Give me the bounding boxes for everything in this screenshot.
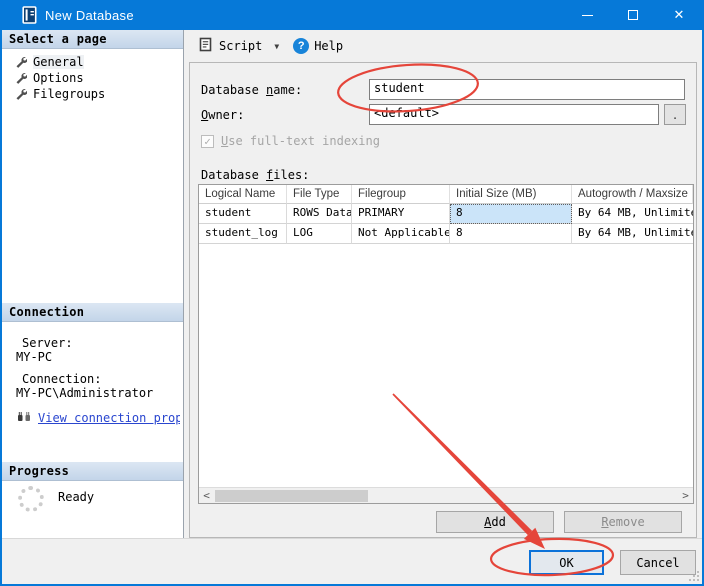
grid-row-student: student ROWS Data PRIMARY 8 By 64 MB, Un… <box>199 204 693 224</box>
sidebar-item-label: Filegroups <box>33 87 105 101</box>
script-icon <box>199 37 213 55</box>
connection-header: Connection <box>2 303 183 322</box>
grid-header-row: Logical Name File Type Filegroup Initial… <box>199 185 693 204</box>
grid-cell[interactable]: LOG <box>287 224 352 244</box>
wrench-icon <box>15 56 27 68</box>
new-database-dialog: New Database ✕ Select a page General <box>0 0 704 586</box>
help-icon[interactable]: ? <box>293 38 309 54</box>
remove-button: Remove <box>564 511 682 533</box>
progress-info: Ready <box>2 486 183 512</box>
owner-label: Owner: <box>201 108 244 122</box>
titlebar: New Database ✕ <box>2 0 702 30</box>
page-list: General Options Filegroups <box>2 54 183 102</box>
sidebar-item-label: Options <box>33 71 84 85</box>
grid-cell[interactable]: PRIMARY <box>352 204 450 224</box>
horizontal-scrollbar[interactable]: < > <box>199 487 693 503</box>
sidebar-item-options[interactable]: Options <box>2 70 183 86</box>
grid-row-student-log: student_log LOG Not Applicable 8 By 64 M… <box>199 224 693 244</box>
sidebar-item-label: General <box>33 55 84 69</box>
connection-label: Connection: <box>16 372 183 386</box>
select-a-page-header: Select a page <box>2 30 183 49</box>
sidebar: Select a page General Options <box>2 30 184 538</box>
column-header[interactable]: Logical Name <box>199 185 287 204</box>
column-header[interactable]: Filegroup <box>352 185 450 204</box>
footer: OK Cancel <box>2 538 702 584</box>
toolbar: Script ▼ ? Help <box>184 30 702 62</box>
add-button[interactable]: Add <box>436 511 554 533</box>
owner-input[interactable]: <default> <box>369 104 659 125</box>
window-title: New Database <box>45 8 564 23</box>
wrench-icon <box>15 88 27 100</box>
chevron-down-icon[interactable]: ▼ <box>274 42 279 51</box>
column-header[interactable]: Autogrowth / Maxsize <box>572 185 693 204</box>
scrollbar-thumb[interactable] <box>215 490 368 502</box>
maximize-icon <box>628 10 638 20</box>
general-page-panel: Database name: student Owner: <default> … <box>189 62 697 538</box>
column-header[interactable]: Initial Size (MB) <box>450 185 572 204</box>
progress-header: Progress <box>2 462 183 481</box>
connection-info: Server: MY-PC Connection: MY-PC\Administ… <box>2 327 183 426</box>
progress-spinner-icon <box>18 486 44 512</box>
cancel-button[interactable]: Cancel <box>620 550 696 575</box>
ok-button[interactable]: OK <box>529 550 604 575</box>
close-icon: ✕ <box>674 7 685 23</box>
view-connection-properties-link[interactable]: View connection properti <box>38 411 180 425</box>
minimize-icon <box>582 15 593 16</box>
grid-cell[interactable]: By 64 MB, Unlimite <box>572 204 693 224</box>
database-files-label: Database files: <box>201 168 309 182</box>
grid-cell[interactable]: student <box>199 204 287 224</box>
database-files-grid: Logical Name File Type Filegroup Initial… <box>198 184 694 504</box>
column-header[interactable]: File Type <box>287 185 352 204</box>
help-label[interactable]: Help <box>314 39 343 53</box>
maximize-button[interactable] <box>610 0 656 30</box>
grid-cell[interactable]: Not Applicable <box>352 224 450 244</box>
sidebar-item-filegroups[interactable]: Filegroups <box>2 86 183 102</box>
connection-properties-icon <box>16 410 33 426</box>
connection-value: MY-PC\Administrator <box>16 386 183 400</box>
server-value: MY-PC <box>16 350 183 364</box>
server-label: Server: <box>16 336 183 350</box>
close-button[interactable]: ✕ <box>656 0 702 30</box>
fulltext-checkbox-label: Use full-text indexing <box>221 134 380 148</box>
database-name-label: Database name: <box>201 83 302 97</box>
grid-cell[interactable]: By 64 MB, Unlimite <box>572 224 693 244</box>
minimize-button[interactable] <box>564 0 610 30</box>
grid-cell-selected[interactable]: 8 <box>450 204 572 224</box>
scroll-right-icon[interactable]: > <box>678 488 693 503</box>
main-pane: Script ▼ ? Help Database name: student O… <box>184 30 702 538</box>
progress-status: Ready <box>58 490 94 504</box>
grid-cell[interactable]: student_log <box>199 224 287 244</box>
dialog-icon <box>22 6 37 24</box>
script-button[interactable]: Script ▼ <box>195 34 283 58</box>
resize-grip[interactable] <box>689 571 699 581</box>
grid-cell[interactable]: 8 <box>450 224 572 244</box>
sidebar-item-general[interactable]: General <box>2 54 183 70</box>
grid-cell[interactable]: ROWS Data <box>287 204 352 224</box>
wrench-icon <box>15 72 27 84</box>
script-label: Script <box>219 39 262 53</box>
scroll-left-icon[interactable]: < <box>199 488 214 503</box>
owner-browse-button[interactable]: . <box>664 104 686 125</box>
fulltext-checkbox: ✓ <box>201 135 214 148</box>
database-name-input[interactable]: student <box>369 79 685 100</box>
fulltext-indexing-row: ✓ Use full-text indexing <box>201 134 380 148</box>
